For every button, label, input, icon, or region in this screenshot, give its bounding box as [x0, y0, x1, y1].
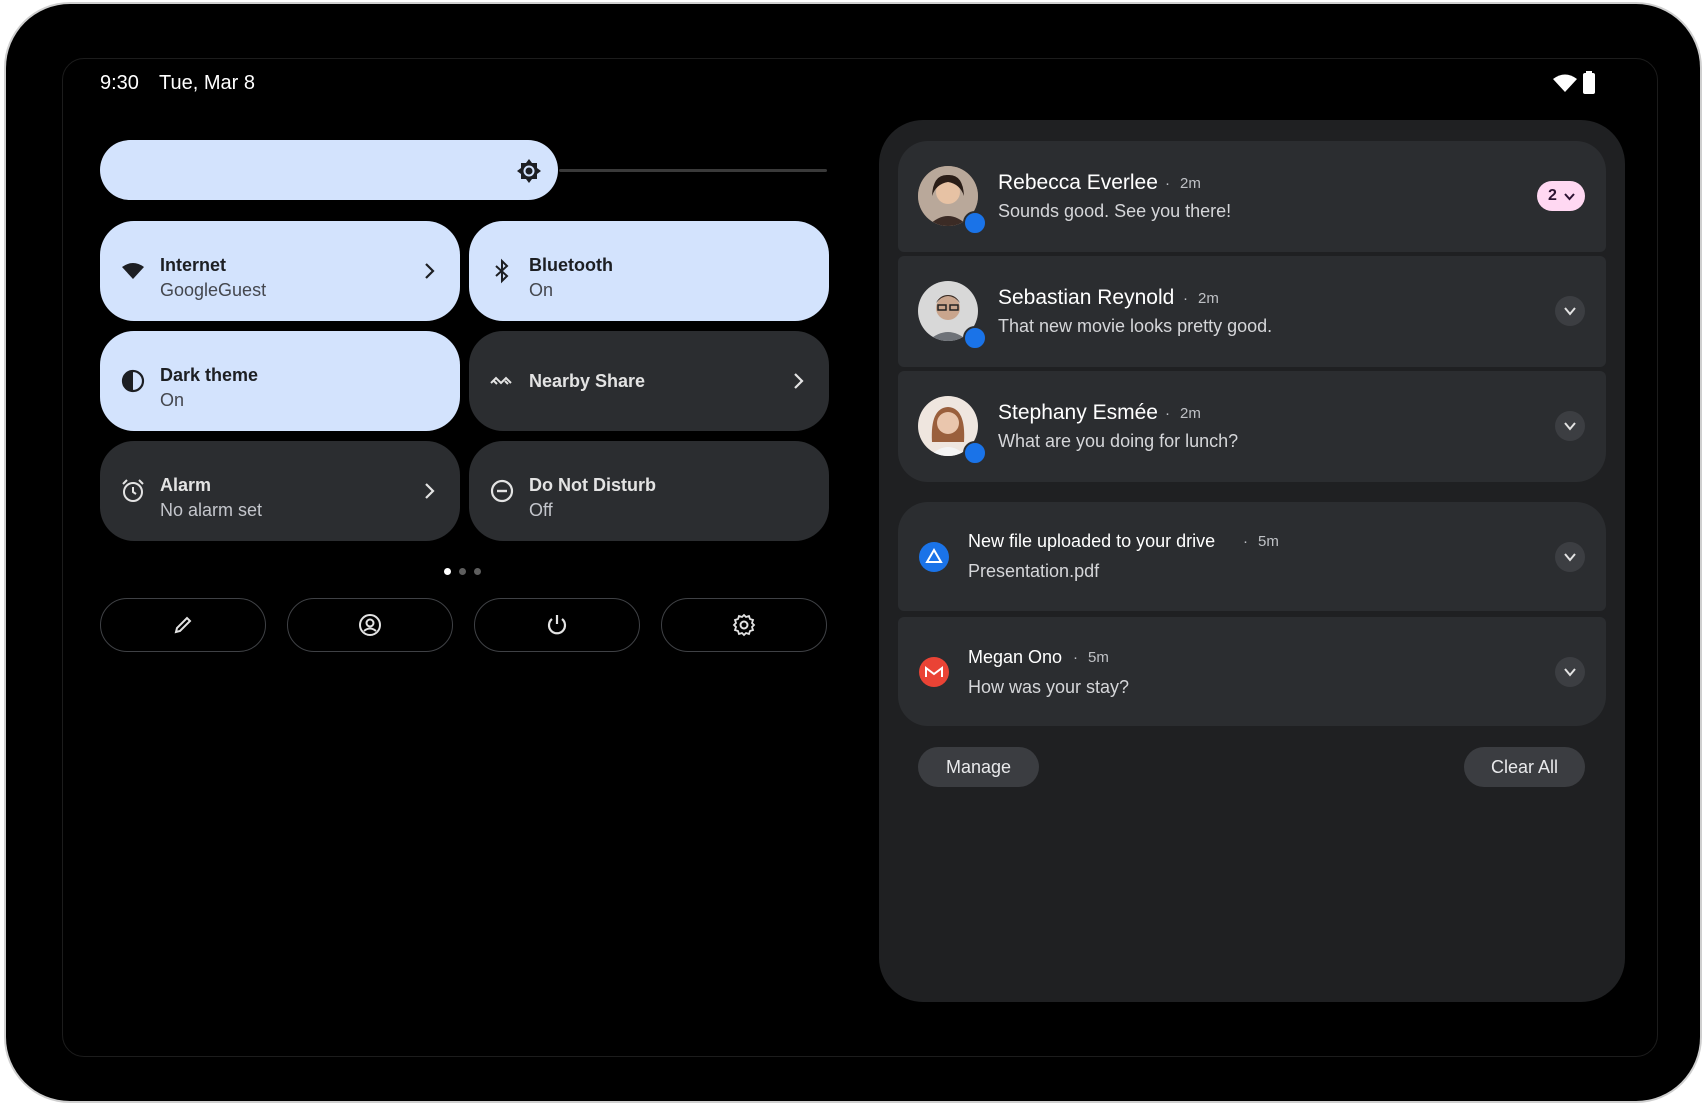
- tile-subtitle: On: [529, 280, 554, 300]
- status-date: Tue, Mar 8: [159, 72, 255, 94]
- user-button[interactable]: [287, 598, 453, 652]
- notification-time: 2m: [1180, 175, 1201, 192]
- separator: ·: [1183, 290, 1188, 307]
- expand-button[interactable]: [1555, 411, 1585, 441]
- page-dot: [444, 568, 451, 575]
- notification-time: 2m: [1198, 290, 1219, 307]
- notification-message: Sounds good. See you there!: [998, 201, 1232, 221]
- status-time: 9:30: [100, 72, 139, 94]
- chevron-right-icon: [425, 483, 435, 499]
- tile-title: Internet: [160, 255, 227, 275]
- notification-card[interactable]: [898, 617, 1606, 726]
- separator: ·: [1165, 405, 1170, 422]
- tile-subtitle: On: [160, 390, 185, 410]
- message-badge-icon: [963, 326, 987, 350]
- expand-button[interactable]: [1555, 542, 1585, 572]
- nearby-share-icon: [490, 376, 512, 385]
- message-badge-icon: [963, 211, 987, 235]
- contrast-icon: [121, 369, 145, 393]
- notification-sender: Rebecca Everlee: [998, 171, 1158, 194]
- tile-subtitle: GoogleGuest: [160, 280, 267, 300]
- page-dot: [459, 568, 466, 575]
- notification-time: 5m: [1088, 649, 1109, 666]
- separator: ·: [1165, 175, 1170, 192]
- tile-title: Do Not Disturb: [529, 475, 656, 495]
- notification-time: 5m: [1258, 533, 1279, 550]
- chevron-down-icon: [1564, 553, 1576, 562]
- tile-do-not-disturb[interactable]: Do Not Disturb Off: [469, 441, 829, 541]
- notification-card[interactable]: [898, 502, 1606, 611]
- brightness-slider[interactable]: [100, 140, 558, 200]
- chevron-down-icon: [1564, 422, 1576, 431]
- expand-button[interactable]: [1555, 657, 1585, 687]
- notification-message: That new movie looks pretty good.: [998, 316, 1273, 336]
- edit-button[interactable]: [100, 598, 266, 652]
- tile-dark-theme[interactable]: Dark theme On: [100, 331, 460, 431]
- message-count-badge[interactable]: 2: [1537, 181, 1585, 211]
- brightness-track[interactable]: [559, 169, 827, 172]
- notification-message: What are you doing for lunch?: [998, 431, 1239, 451]
- notification-time: 2m: [1180, 405, 1201, 422]
- manage-button[interactable]: Manage: [918, 747, 1039, 787]
- page-dot: [474, 568, 481, 575]
- notification-card[interactable]: [898, 371, 1606, 482]
- battery-icon: [1583, 71, 1595, 94]
- expand-button[interactable]: [1555, 296, 1585, 326]
- notification-card[interactable]: [898, 256, 1606, 367]
- settings-icon: [732, 613, 756, 637]
- tile-subtitle: Off: [529, 500, 553, 520]
- wifi-icon: [1553, 74, 1577, 92]
- clear-all-button[interactable]: Clear All: [1464, 747, 1585, 787]
- chevron-right-icon: [425, 263, 435, 279]
- notification-message: How was your stay?: [968, 677, 1130, 697]
- message-count: 2: [1548, 187, 1557, 204]
- notification-card[interactable]: [898, 141, 1606, 252]
- wifi-icon: [122, 263, 144, 279]
- alarm-icon: [122, 479, 144, 502]
- tile-alarm[interactable]: Alarm No alarm set: [100, 441, 460, 541]
- edit-icon: [174, 616, 192, 634]
- brightness-icon: [517, 159, 541, 183]
- tile-title: Bluetooth: [529, 255, 613, 275]
- status-icons: [1552, 71, 1602, 96]
- notification-sender: Stephany Esmée: [998, 401, 1158, 424]
- notification-sender: Sebastian Reynold: [998, 286, 1175, 309]
- notification-message: Presentation.pdf: [968, 561, 1100, 581]
- tile-title: Alarm: [160, 475, 212, 495]
- drive-icon: [919, 542, 949, 572]
- notification-title: New file uploaded to your drive: [968, 531, 1216, 551]
- tile-bluetooth[interactable]: Bluetooth On: [469, 221, 829, 321]
- settings-button[interactable]: [661, 598, 827, 652]
- gmail-icon: [919, 657, 949, 687]
- message-badge-icon: [963, 441, 987, 465]
- chevron-down-icon: [1564, 668, 1576, 677]
- user-icon: [359, 614, 381, 636]
- chevron-down-icon: [1564, 193, 1575, 201]
- chevron-down-icon: [1564, 307, 1576, 316]
- separator: ·: [1073, 649, 1078, 666]
- notification-title: Megan Ono: [968, 647, 1063, 667]
- tile-subtitle: No alarm set: [160, 500, 263, 520]
- power-icon: [547, 615, 567, 635]
- tile-nearby-share[interactable]: Nearby Share: [469, 331, 829, 431]
- tile-title: Dark theme: [160, 365, 259, 385]
- tile-internet[interactable]: Internet GoogleGuest: [100, 221, 460, 321]
- separator: ·: [1243, 533, 1248, 550]
- power-button[interactable]: [474, 598, 640, 652]
- tile-title: Nearby Share: [529, 371, 646, 391]
- bluetooth-icon: [495, 258, 509, 284]
- do-not-disturb-icon: [490, 479, 514, 503]
- chevron-right-icon: [794, 373, 804, 389]
